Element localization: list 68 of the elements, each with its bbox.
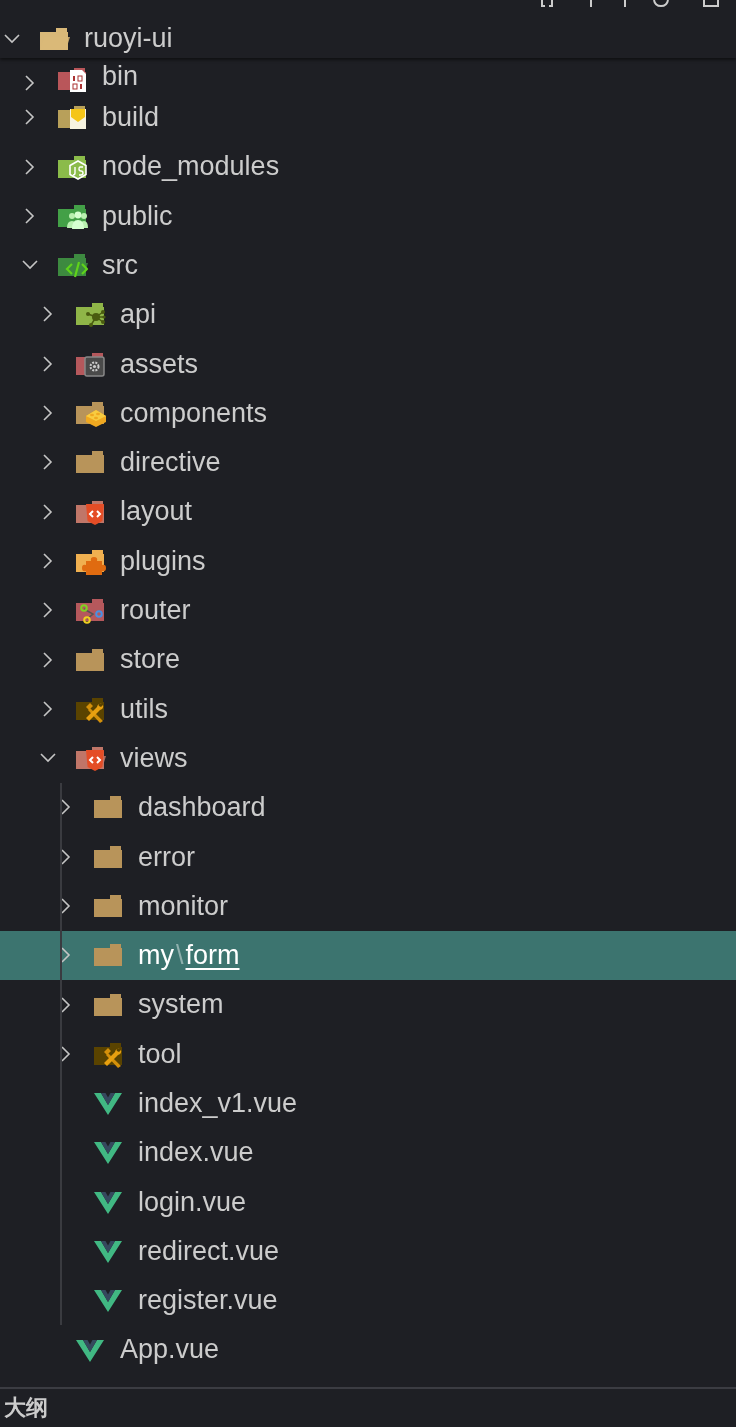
folder-name[interactable]: api: [120, 298, 157, 331]
tree-row[interactable]: redirect.vue: [0, 1226, 736, 1276]
folder-name[interactable]: plugins: [120, 544, 206, 578]
tree-row[interactable]: dashboard: [0, 782, 736, 833]
tree-row[interactable]: api: [0, 289, 736, 340]
file-name[interactable]: register.vue: [138, 1284, 278, 1317]
folder-name[interactable]: build: [102, 101, 160, 134]
folder-icon: [56, 103, 88, 132]
folder-name[interactable]: assets: [120, 347, 199, 380]
folder-name[interactable]: bin: [102, 60, 139, 93]
section-title[interactable]: 大纲: [4, 1393, 48, 1423]
tree-row[interactable]: components: [0, 388, 736, 438]
tree-row[interactable]: build: [0, 92, 736, 142]
tree-row[interactable]: directive: [0, 437, 736, 487]
folder-name[interactable]: public: [102, 199, 173, 233]
folder-name[interactable]: store: [120, 643, 181, 676]
folder-name[interactable]: error: [138, 840, 195, 873]
tree-row[interactable]: layout: [0, 486, 736, 537]
folder-name[interactable]: form: [185, 939, 240, 972]
tree-row[interactable]: error: [0, 832, 736, 882]
tree-row[interactable]: src: [0, 240, 736, 290]
tree-row[interactable]: plugins: [0, 536, 736, 586]
file-name[interactable]: login.vue: [138, 1185, 247, 1218]
folder-name[interactable]: directive: [120, 446, 221, 479]
tree-row[interactable]: router: [0, 585, 736, 635]
tree-row[interactable]: node_modules: [0, 141, 736, 192]
folder-name[interactable]: src: [102, 248, 138, 282]
file-name[interactable]: index_v1.vue: [138, 1087, 298, 1120]
tree-row[interactable]: tool: [0, 1029, 736, 1079]
tree-row[interactable]: assets: [0, 339, 736, 389]
folder-name[interactable]: router: [120, 594, 191, 627]
tree-row[interactable]: App.vue: [0, 1325, 736, 1375]
file-name[interactable]: App.vue: [120, 1333, 220, 1366]
path-separator: \: [176, 939, 184, 971]
folder-name[interactable]: monitor: [138, 889, 229, 923]
tree-row[interactable]: index.vue: [0, 1127, 736, 1178]
folder-name[interactable]: components: [120, 396, 268, 430]
tree-row[interactable]: my\form: [0, 930, 736, 980]
folder-name[interactable]: dashboard: [138, 791, 266, 824]
tree-row[interactable]: utils: [0, 684, 736, 734]
tree-row[interactable]: views: [0, 733, 736, 783]
folder-name[interactable]: layout: [120, 495, 193, 528]
tree-row[interactable]: index_v1.vue: [0, 1078, 736, 1128]
tree-row[interactable]: store: [0, 634, 736, 685]
block-folder-icon: [74, 399, 106, 427]
tree-row[interactable]: register.vue: [0, 1275, 736, 1325]
network-folder-icon: [74, 300, 106, 329]
line-icon[interactable]: [622, 0, 628, 8]
folder-name[interactable]: tool: [138, 1037, 182, 1071]
folder-name[interactable]: utils: [120, 692, 168, 725]
file-name[interactable]: index.vue: [138, 1136, 254, 1169]
folder-name[interactable]: node_modules: [102, 150, 280, 183]
tree-row[interactable]: bin: [0, 58, 736, 93]
folder-name[interactable]: views: [120, 741, 188, 775]
bracket-icon[interactable]: [540, 0, 554, 8]
folder-name[interactable]: my: [138, 939, 174, 972]
tree-row[interactable]: system: [0, 979, 736, 1030]
tree-row[interactable]: login.vue: [0, 1177, 736, 1227]
folder-name[interactable]: system: [138, 988, 224, 1021]
line-icon[interactable]: [588, 0, 594, 8]
folder-name[interactable]: ruoyi-ui: [84, 22, 173, 55]
code-folder-icon: [56, 251, 88, 280]
folder-icon: [92, 892, 124, 920]
tree-row[interactable]: monitor: [0, 881, 736, 931]
tree-row[interactable]: public: [0, 191, 736, 241]
file-name[interactable]: redirect.vue: [138, 1234, 280, 1268]
shield-folder-icon: [74, 744, 106, 773]
rings-folder-icon: [74, 596, 106, 625]
